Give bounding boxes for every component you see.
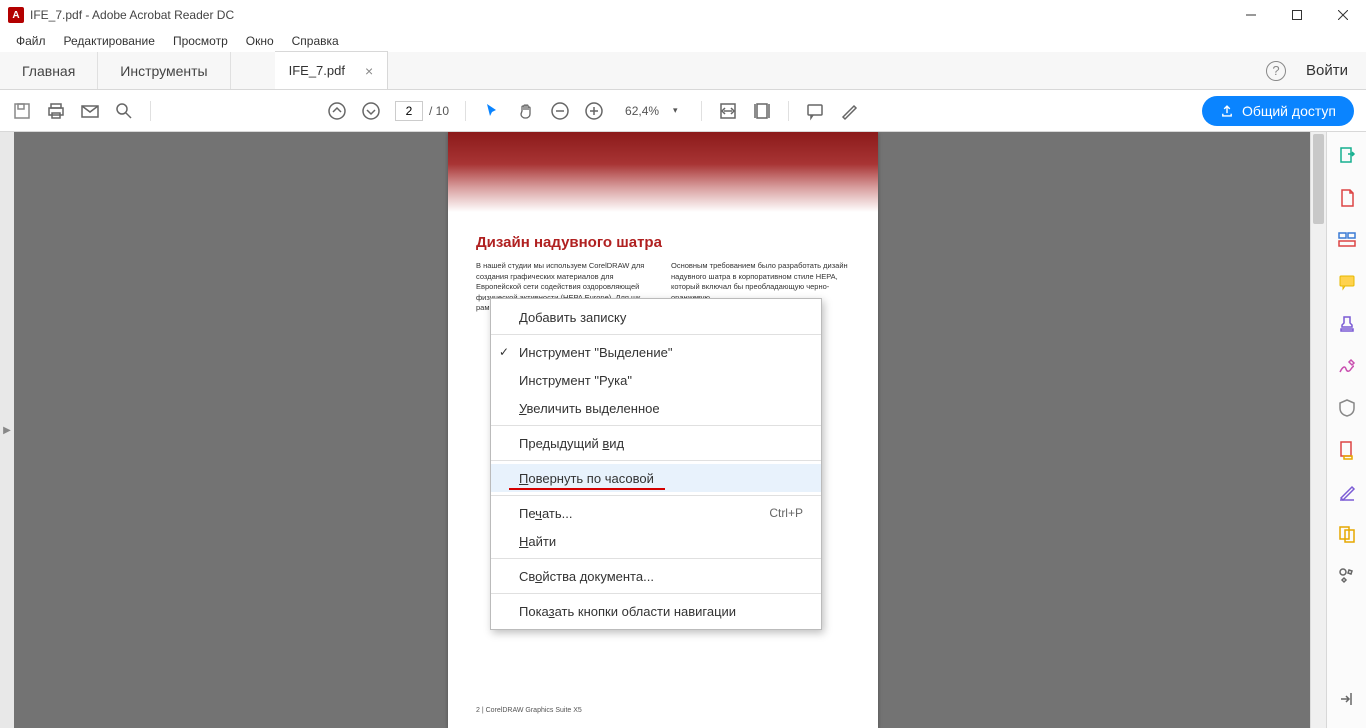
share-icon bbox=[1220, 104, 1234, 118]
cm-zoom-selection[interactable]: Увеличить выделенное bbox=[491, 394, 821, 422]
highlight-icon[interactable] bbox=[839, 101, 859, 121]
search-icon[interactable] bbox=[114, 101, 134, 121]
zoom-in-icon[interactable] bbox=[584, 101, 604, 121]
tab-document-label: IFE_7.pdf bbox=[289, 63, 345, 78]
share-label: Общий доступ bbox=[1242, 103, 1336, 119]
edit-icon[interactable] bbox=[1337, 482, 1357, 502]
page-down-icon[interactable] bbox=[361, 101, 381, 121]
window-controls bbox=[1228, 0, 1366, 30]
tab-tools[interactable]: Инструменты bbox=[98, 52, 230, 89]
zoom-out-icon[interactable] bbox=[550, 101, 570, 121]
close-button[interactable] bbox=[1320, 0, 1366, 30]
cm-previous-view[interactable]: Предыдущий вид bbox=[491, 429, 821, 457]
cm-print[interactable]: Печать...Ctrl+P bbox=[491, 499, 821, 527]
page-footer: 2 | CorelDRAW Graphics Suite X5 bbox=[476, 707, 582, 714]
select-tool-icon[interactable] bbox=[482, 101, 502, 121]
red-underline bbox=[509, 488, 665, 490]
fit-page-icon[interactable] bbox=[752, 101, 772, 121]
toolbar: / 10 62,4%▾ Общий доступ bbox=[0, 90, 1366, 132]
comment-icon[interactable] bbox=[805, 101, 825, 121]
tab-document[interactable]: IFE_7.pdf × bbox=[275, 51, 389, 89]
cm-find[interactable]: Найти bbox=[491, 527, 821, 555]
create-pdf-icon[interactable] bbox=[1337, 188, 1357, 208]
page-heading: Дизайн надувного шатра bbox=[448, 212, 878, 261]
protect-icon[interactable] bbox=[1337, 398, 1357, 418]
check-icon: ✓ bbox=[499, 345, 509, 359]
hand-tool-icon[interactable] bbox=[516, 101, 536, 121]
page-up-icon[interactable] bbox=[327, 101, 347, 121]
help-icon[interactable]: ? bbox=[1266, 61, 1286, 81]
page-header-band bbox=[448, 132, 878, 212]
export-pdf-icon[interactable] bbox=[1337, 146, 1357, 166]
fit-width-icon[interactable] bbox=[718, 101, 738, 121]
compress-icon[interactable] bbox=[1337, 440, 1357, 460]
window-title: IFE_7.pdf - Adobe Acrobat Reader DC bbox=[30, 8, 234, 22]
cm-show-nav-buttons[interactable]: Показать кнопки области навигации bbox=[491, 597, 821, 625]
tab-close-icon[interactable]: × bbox=[365, 63, 373, 79]
cm-rotate-clockwise[interactable]: Повернуть по часовой bbox=[491, 464, 821, 492]
cm-print-shortcut: Ctrl+P bbox=[769, 506, 803, 520]
collapse-sidebar-icon[interactable] bbox=[1337, 689, 1357, 709]
comment-tool-icon[interactable] bbox=[1337, 272, 1357, 292]
combine-icon[interactable] bbox=[1337, 524, 1357, 544]
titlebar: A IFE_7.pdf - Adobe Acrobat Reader DC bbox=[0, 0, 1366, 30]
more-tools-icon[interactable] bbox=[1337, 566, 1357, 586]
zoom-dropdown[interactable]: 62,4%▾ bbox=[618, 101, 685, 121]
tab-home[interactable]: Главная bbox=[0, 52, 98, 89]
save-icon[interactable] bbox=[12, 101, 32, 121]
menu-help[interactable]: Справка bbox=[284, 32, 347, 50]
page-total: / 10 bbox=[429, 104, 449, 118]
menu-window[interactable]: Окно bbox=[238, 32, 282, 50]
email-icon[interactable] bbox=[80, 101, 100, 121]
cm-selection-tool[interactable]: ✓Инструмент "Выделение" bbox=[491, 338, 821, 366]
menu-view[interactable]: Просмотр bbox=[165, 32, 236, 50]
cm-add-note[interactable]: Добавить записку bbox=[491, 303, 821, 331]
vertical-scrollbar[interactable] bbox=[1310, 132, 1326, 728]
organize-icon[interactable] bbox=[1337, 230, 1357, 250]
share-button[interactable]: Общий доступ bbox=[1202, 96, 1354, 126]
menubar: Файл Редактирование Просмотр Окно Справк… bbox=[0, 30, 1366, 52]
cm-doc-properties[interactable]: Свойства документа... bbox=[491, 562, 821, 590]
menu-file[interactable]: Файл bbox=[8, 32, 54, 50]
sign-icon[interactable] bbox=[1337, 356, 1357, 376]
tabbar: Главная Инструменты IFE_7.pdf × ? Войти bbox=[0, 52, 1366, 90]
print-icon[interactable] bbox=[46, 101, 66, 121]
maximize-button[interactable] bbox=[1274, 0, 1320, 30]
left-pane-handle[interactable]: ▶ bbox=[0, 132, 14, 728]
right-tools-sidebar bbox=[1326, 132, 1366, 728]
signin-button[interactable]: Войти bbox=[1306, 62, 1348, 79]
context-menu: Добавить записку ✓Инструмент "Выделение"… bbox=[490, 298, 822, 630]
cm-hand-tool[interactable]: Инструмент "Рука" bbox=[491, 366, 821, 394]
scrollbar-thumb[interactable] bbox=[1313, 134, 1324, 224]
stamp-icon[interactable] bbox=[1337, 314, 1357, 334]
app-icon: A bbox=[8, 7, 24, 23]
page-current-input[interactable] bbox=[395, 101, 423, 121]
minimize-button[interactable] bbox=[1228, 0, 1274, 30]
page-number: / 10 bbox=[395, 101, 449, 121]
menu-edit[interactable]: Редактирование bbox=[56, 32, 163, 50]
